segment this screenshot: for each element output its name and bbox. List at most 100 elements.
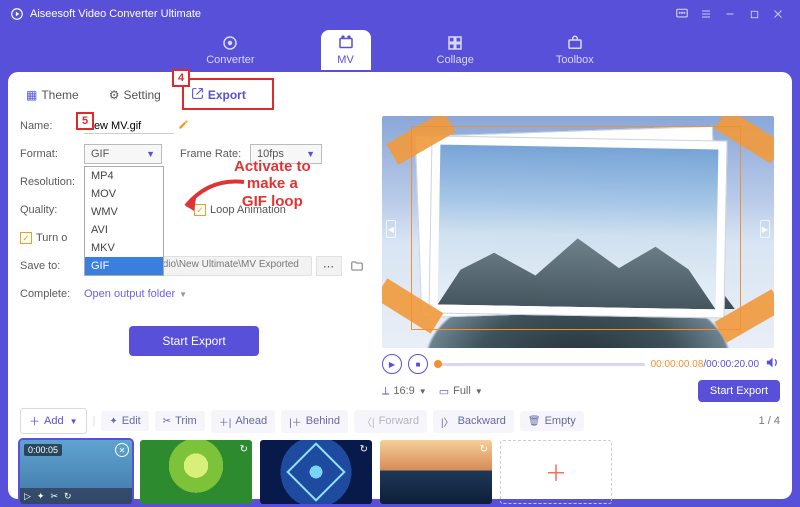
scissors-icon[interactable]: ✂ bbox=[50, 491, 58, 502]
ahead-icon: ＋| bbox=[219, 414, 232, 429]
aspect-icon: ⟂ bbox=[382, 385, 389, 398]
clip-thumb-1[interactable]: 0:00:05 ✕ ▷ ✦ ✂ ↻ bbox=[20, 440, 132, 504]
converter-icon bbox=[221, 34, 239, 52]
nav-mv[interactable]: MV bbox=[321, 30, 371, 70]
fit-value: Full bbox=[453, 385, 471, 397]
page-sep: / bbox=[765, 415, 774, 427]
behind-icon: |＋ bbox=[289, 414, 302, 429]
btn-label: Ahead bbox=[235, 415, 267, 427]
format-value: GIF bbox=[91, 148, 109, 160]
tab-setting[interactable]: ⚙ Setting bbox=[103, 84, 167, 106]
wand-icon[interactable]: ✦ bbox=[37, 491, 45, 502]
format-option[interactable]: AVI bbox=[85, 221, 163, 239]
tab-export[interactable]: Export bbox=[185, 83, 252, 107]
fit-select[interactable]: ▭ Full ▼ bbox=[439, 385, 483, 398]
checkbox-icon bbox=[194, 204, 206, 216]
edit-name-icon[interactable] bbox=[178, 119, 189, 133]
feedback-icon[interactable] bbox=[670, 2, 694, 26]
btn-label: Empty bbox=[545, 415, 576, 427]
empty-button[interactable]: 🗑 Empty bbox=[520, 411, 584, 431]
clip-strip: 0:00:05 ✕ ▷ ✦ ✂ ↻ ↻ ↻ ↻ ＋ bbox=[20, 440, 780, 504]
seek-knob[interactable] bbox=[434, 360, 442, 368]
forward-button[interactable]: 〈|Forward bbox=[354, 410, 427, 433]
format-select[interactable]: GIF ▼ bbox=[84, 144, 162, 164]
rotate-icon[interactable]: ↻ bbox=[64, 491, 72, 502]
nav-label: Collage bbox=[437, 54, 474, 66]
menu-icon[interactable] bbox=[694, 2, 718, 26]
callout-line: Activate to bbox=[234, 158, 311, 175]
open-folder-icon[interactable] bbox=[346, 256, 368, 276]
nav-label: Toolbox bbox=[556, 54, 594, 66]
minimize-button[interactable] bbox=[718, 2, 742, 26]
quality-label: Quality: bbox=[20, 204, 84, 216]
volume-icon[interactable] bbox=[765, 355, 780, 373]
btn-label: Trim bbox=[175, 415, 197, 427]
behind-button[interactable]: |＋ Behind bbox=[281, 410, 348, 433]
collage-icon bbox=[446, 34, 464, 52]
gpu-checkbox[interactable]: Turn o bbox=[20, 232, 67, 244]
tab-label: Export bbox=[208, 88, 246, 102]
row-quality: Quality: Loop Animation bbox=[20, 200, 368, 220]
rotate-icon[interactable]: ↻ bbox=[360, 444, 368, 455]
preview-canvas[interactable]: ◀ ▶ bbox=[382, 116, 774, 348]
format-option[interactable]: WMV bbox=[85, 203, 163, 221]
clip-thumb-4[interactable]: ↻ bbox=[380, 440, 492, 504]
titlebar: Aiseesoft Video Converter Ultimate bbox=[0, 0, 800, 28]
remove-clip-icon[interactable]: ✕ bbox=[115, 443, 129, 457]
row-saveto: Save to: D:\Aiseesoft Studio\New Ultimat… bbox=[20, 256, 368, 276]
resize-handle-left[interactable]: ◀ bbox=[386, 220, 396, 238]
backward-button[interactable]: |〉Backward bbox=[433, 410, 514, 433]
close-button[interactable] bbox=[766, 2, 790, 26]
wand-icon: ✦ bbox=[109, 416, 117, 427]
photo-frame-front bbox=[428, 135, 727, 318]
browse-button[interactable]: ⋯ bbox=[316, 256, 342, 276]
annotation-badge-5: 5 bbox=[76, 112, 94, 130]
nav-converter[interactable]: Converter bbox=[190, 30, 270, 70]
rotate-icon[interactable]: ↻ bbox=[240, 444, 248, 455]
trash-icon: 🗑 bbox=[528, 416, 541, 427]
plus-icon: ＋ bbox=[29, 413, 40, 429]
start-export-button[interactable]: Start Export bbox=[129, 326, 259, 356]
chevron-down-icon: ▼ bbox=[475, 387, 483, 396]
play-icon[interactable]: ▷ bbox=[24, 491, 31, 502]
tab-theme[interactable]: ▦ Theme bbox=[20, 84, 85, 106]
playback-controls: ▶ ■ 00:00:00.08/00:00:20.00 bbox=[382, 354, 780, 374]
gpu-label: Turn o bbox=[36, 232, 67, 244]
row-complete: Complete: Open output folder ▼ bbox=[20, 284, 368, 304]
format-label: Format: bbox=[20, 148, 84, 160]
edit-button[interactable]: ✦ Edit bbox=[101, 411, 148, 431]
start-export-button-right[interactable]: Start Export bbox=[698, 380, 780, 402]
seek-bar[interactable] bbox=[434, 363, 645, 366]
complete-label: Complete: bbox=[20, 288, 84, 300]
nav-collage[interactable]: Collage bbox=[421, 30, 490, 70]
format-option[interactable]: MP4 bbox=[85, 167, 163, 185]
add-button[interactable]: ＋ Add ▼ bbox=[20, 408, 87, 434]
complete-action[interactable]: Open output folder bbox=[84, 288, 175, 300]
rotate-icon[interactable]: ↻ bbox=[480, 444, 488, 455]
btn-label: Edit bbox=[122, 415, 141, 427]
nav-toolbox[interactable]: Toolbox bbox=[540, 30, 610, 70]
clip-thumb-2[interactable]: ↻ bbox=[140, 440, 252, 504]
export-icon bbox=[191, 87, 204, 103]
format-option-selected[interactable]: GIF bbox=[85, 257, 163, 275]
btn-label: Add bbox=[44, 415, 64, 427]
add-clip-card[interactable]: ＋ bbox=[500, 440, 612, 504]
ahead-button[interactable]: ＋|Ahead bbox=[211, 410, 275, 433]
name-input[interactable] bbox=[84, 119, 174, 134]
clip-thumb-3[interactable]: ↻ bbox=[260, 440, 372, 504]
resize-handle-right[interactable]: ▶ bbox=[760, 220, 770, 238]
chevron-down-icon: ▼ bbox=[70, 417, 78, 426]
chevron-down-icon[interactable]: ▼ bbox=[179, 290, 187, 299]
app-logo bbox=[10, 7, 24, 21]
aspect-select[interactable]: ⟂ 16:9 ▼ bbox=[382, 385, 427, 398]
preview-options: ⟂ 16:9 ▼ ▭ Full ▼ Start Export bbox=[382, 380, 780, 402]
stop-button[interactable]: ■ bbox=[408, 354, 428, 374]
play-button[interactable]: ▶ bbox=[382, 354, 402, 374]
format-option[interactable]: MKV bbox=[85, 239, 163, 257]
nav-label: Converter bbox=[206, 54, 254, 66]
workspace: ▦ Theme ⚙ Setting Export 4 5 Name: Forma… bbox=[8, 72, 792, 499]
trim-button[interactable]: ✂Trim bbox=[155, 411, 205, 431]
format-option[interactable]: MOV bbox=[85, 185, 163, 203]
btn-label: Behind bbox=[306, 415, 340, 427]
maximize-button[interactable] bbox=[742, 2, 766, 26]
